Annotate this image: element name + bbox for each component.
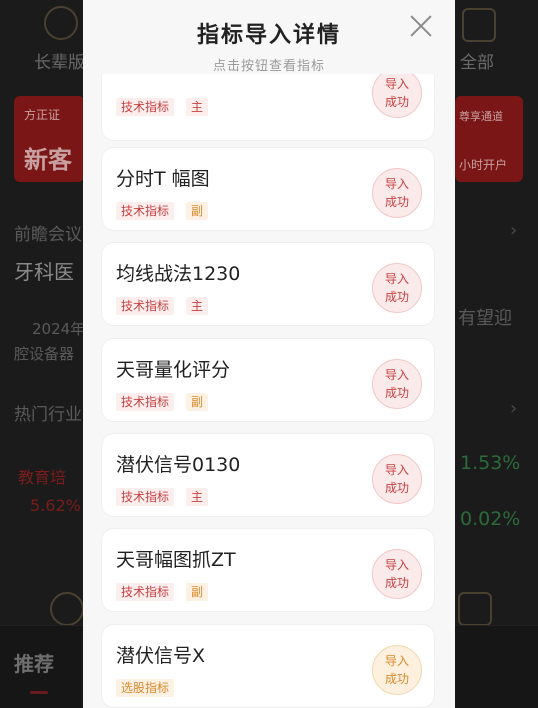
indicator-type-tag: 技术指标 (116, 297, 175, 315)
indicator-level-tag: 副 (186, 202, 209, 220)
stat-label-1: 教育培 (18, 468, 67, 487)
book-icon[interactable] (458, 592, 492, 626)
status-text-2: 成功 (384, 95, 409, 109)
import-status-button[interactable]: 导入 成功 (372, 68, 422, 118)
indicator-type-tag: 技术指标 (116, 583, 175, 601)
feed-label-2: 热门行业 (14, 405, 82, 425)
chevron-right-icon[interactable]: › (510, 220, 517, 241)
close-icon[interactable] (407, 12, 435, 40)
status-text-2: 成功 (384, 195, 409, 209)
feed-desc-1: 腔设备器 (14, 345, 75, 363)
indicator-type-tag: 技术指标 (116, 488, 175, 506)
import-status-button[interactable]: 导入 成功 (372, 549, 422, 599)
all-apps-icon[interactable] (462, 8, 496, 42)
indicator-import-dialog: 技术指标 主 导入 成功 分时T 幅图 技术指标 副 导入 成功 均线战法123… (83, 0, 455, 708)
add-icon[interactable] (50, 592, 84, 626)
indicator-card[interactable]: 潜伏信号0130 技术指标 主 导入 成功 (102, 434, 434, 516)
feed-title-1[interactable]: 牙科医 (14, 256, 74, 285)
banner-right-bottom: 小时开户 (459, 158, 508, 172)
tab-selected-indicator (30, 691, 48, 694)
dialog-title: 指标导入详情 (196, 23, 341, 48)
stat-value-2: 1.53% (460, 452, 521, 474)
feed-date-1: 2024年 (32, 320, 86, 338)
status-text-2: 成功 (384, 672, 409, 686)
status-text-1: 导入 (384, 177, 409, 191)
feed-label-1: 前瞻会议 (14, 225, 82, 245)
indicator-level-tag: 主 (186, 98, 209, 116)
status-text-2: 成功 (384, 481, 409, 495)
dialog-header: 指标导入详情 点击按钮查看指标 (83, 0, 455, 74)
stat-value-3: 0.02% (460, 508, 521, 530)
indicator-level-tag: 主 (186, 488, 209, 506)
banner-right-top: 尊享通道 (459, 110, 503, 123)
import-status-button[interactable]: 导入 成功 (372, 168, 422, 218)
indicator-type-tag: 技术指标 (116, 202, 175, 220)
indicator-type-tag: 技术指标 (116, 98, 175, 116)
import-status-button[interactable]: 导入 成功 (372, 359, 422, 409)
chevron-right-icon[interactable]: › (510, 398, 517, 419)
status-text-2: 成功 (384, 290, 409, 304)
banner-text: 新客 (24, 146, 72, 174)
indicator-name: 潜伏信号X (116, 645, 206, 667)
indicator-name: 天哥幅图抓ZT (116, 549, 236, 571)
indicator-card[interactable]: 均线战法1230 技术指标 主 导入 成功 (102, 243, 434, 325)
status-text-1: 导入 (384, 368, 409, 382)
indicator-card[interactable]: 分时T 幅图 技术指标 副 导入 成功 (102, 148, 434, 230)
indicator-name: 均线战法1230 (116, 263, 241, 285)
indicator-name: 潜伏信号0130 (116, 454, 241, 476)
import-status-button[interactable]: 导入 成功 (372, 263, 422, 313)
dialog-subtitle: 点击按钮查看指标 (212, 59, 325, 74)
indicator-card[interactable]: 天哥量化评分 技术指标 副 导入 成功 (102, 339, 434, 421)
stat-value-1: 5.62% (30, 496, 81, 515)
indicator-card[interactable]: 天哥幅图抓ZT 技术指标 副 导入 成功 (102, 529, 434, 611)
status-text-1: 导入 (384, 558, 409, 572)
banner-brand: 方正证 (24, 108, 61, 122)
status-text-2: 成功 (384, 386, 409, 400)
status-text-2: 成功 (384, 576, 409, 590)
promo-banner-left[interactable]: 方正证 新客 (14, 96, 84, 182)
elder-mode-label[interactable]: 长辈版 (34, 48, 85, 73)
status-text-1: 导入 (384, 654, 409, 668)
indicator-name: 天哥量化评分 (116, 359, 231, 381)
indicator-type-tag: 技术指标 (116, 393, 175, 411)
indicator-level-tag: 主 (186, 297, 209, 315)
indicator-list[interactable]: 技术指标 主 导入 成功 分时T 幅图 技术指标 副 导入 成功 均线战法123… (83, 0, 455, 708)
status-text-1: 导入 (384, 77, 409, 91)
indicator-level-tag: 副 (186, 583, 209, 601)
status-text-1: 导入 (384, 463, 409, 477)
import-status-button[interactable]: 导入 成功 (372, 645, 422, 695)
tab-recommend[interactable]: 推荐 (14, 648, 54, 677)
feed-right-1: 有望迎 (458, 308, 512, 329)
indicator-type-tag: 选股指标 (116, 679, 175, 697)
indicator-name: 分时T 幅图 (116, 168, 210, 190)
indicator-card[interactable]: 潜伏信号X 选股指标 导入 成功 (102, 625, 434, 707)
import-status-button[interactable]: 导入 成功 (372, 454, 422, 504)
promo-banner-right[interactable]: 尊享通道 小时开户 (455, 96, 523, 182)
all-apps-label[interactable]: 全部 (460, 48, 494, 73)
elder-mode-icon[interactable] (44, 6, 78, 40)
status-text-1: 导入 (384, 272, 409, 286)
indicator-level-tag: 副 (186, 393, 209, 411)
